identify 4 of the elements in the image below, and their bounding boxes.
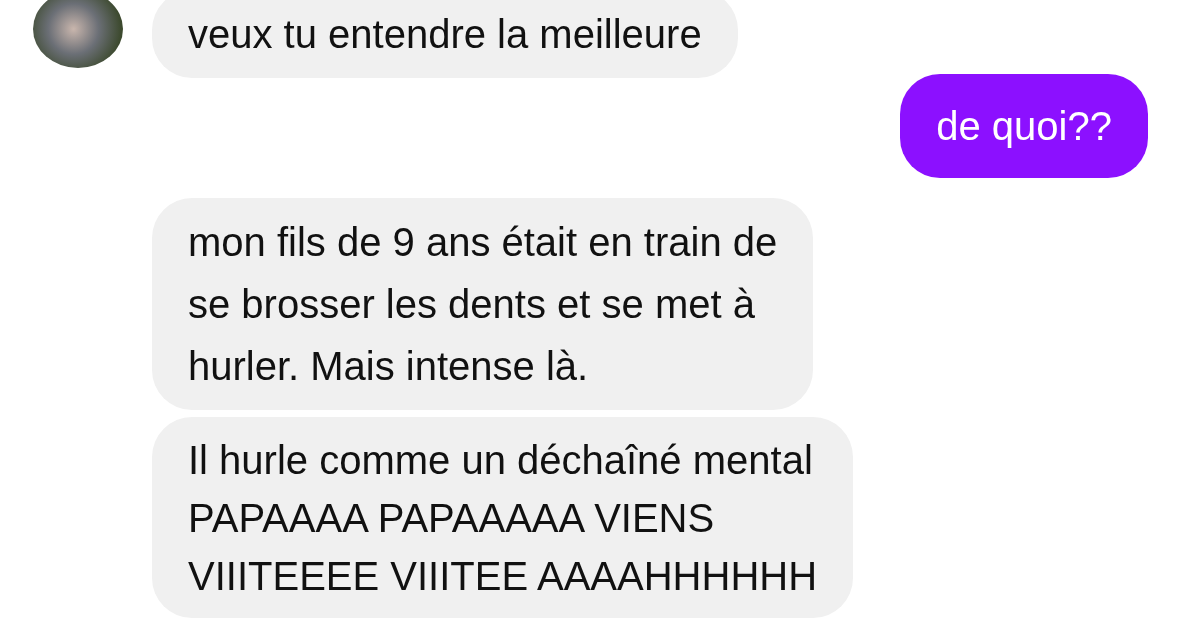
sent-message: de quoi??	[900, 74, 1148, 178]
received-message: Il hurle comme un déchaîné mental PAPAAAA PAPAAAAA VIENS VIIITEEEE VIIITEE AAAAHHHHHH	[152, 417, 854, 618]
received-message: veux tu entendre la meilleure	[152, 0, 738, 78]
received-message: mon fils de 9 ans était en train de se brosser les dents et se met à hurler. Mais intense là.	[152, 198, 814, 410]
